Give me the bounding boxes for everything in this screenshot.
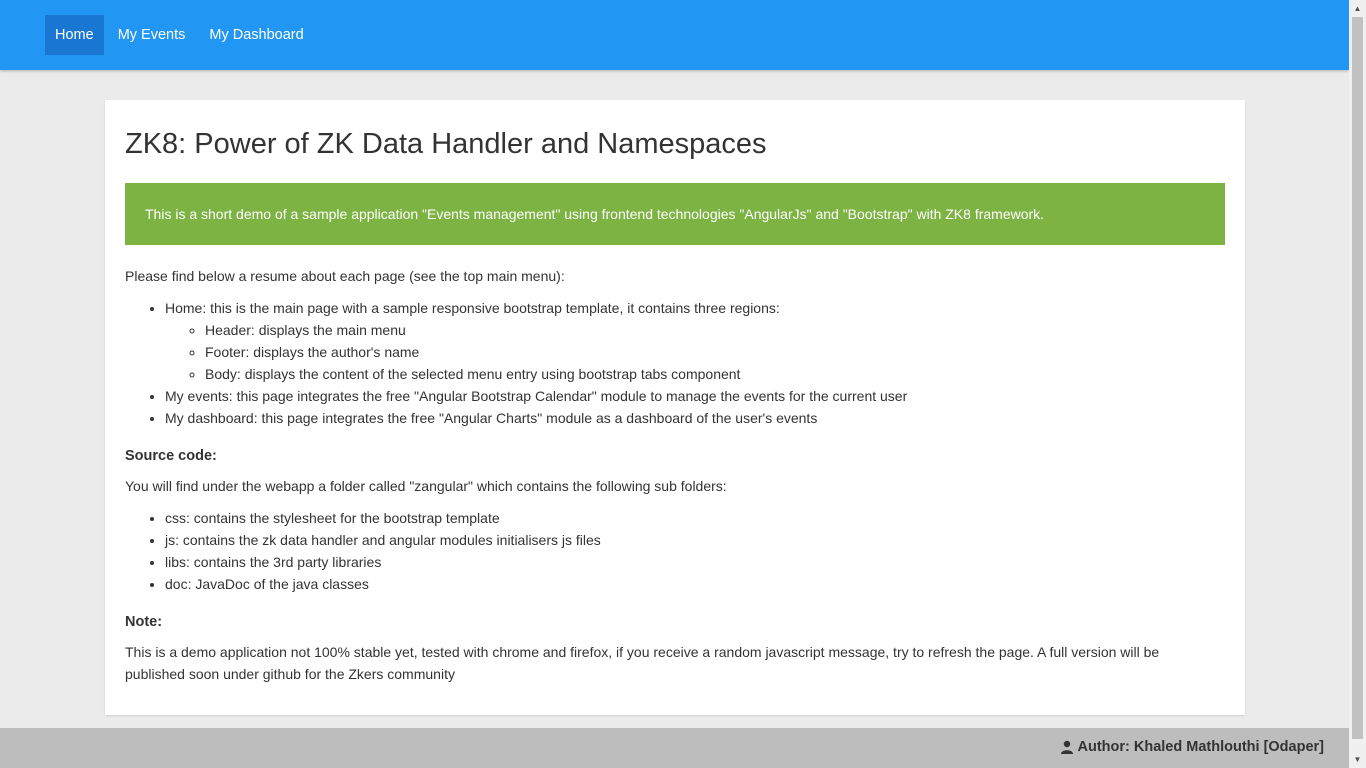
page-title: ZK8: Power of ZK Data Handler and Namesp… <box>125 128 767 160</box>
list-item-libs: libs: contains the 3rd party libraries <box>165 551 601 573</box>
list-item-home: Home: this is the main page with a sampl… <box>165 297 907 385</box>
pages-list: Home: this is the main page with a sampl… <box>125 297 907 429</box>
content-card: ZK8: Power of ZK Data Handler and Namesp… <box>105 100 1245 715</box>
list-item-doc: doc: JavaDoc of the java classes <box>165 573 601 595</box>
user-icon <box>1060 740 1073 754</box>
nav-my-dashboard[interactable]: My Dashboard <box>199 15 313 55</box>
author-label: Author: Khaled Mathlouthi [Odaper] <box>1060 739 1324 755</box>
footer: Author: Khaled Mathlouthi [Odaper] <box>0 728 1349 768</box>
home-description: Home: this is the main page with a sampl… <box>165 300 780 316</box>
scroll-up-icon[interactable]: ▲ <box>1349 0 1366 17</box>
author-name: Author: Khaled Mathlouthi [Odaper] <box>1077 739 1324 755</box>
list-item-my-events: My events: this page integrates the free… <box>165 385 907 407</box>
scroll-thumb[interactable] <box>1352 17 1363 739</box>
navbar: Home My Events My Dashboard <box>0 0 1349 70</box>
page: Home My Events My Dashboard ZK8: Power o… <box>0 0 1349 768</box>
list-item-body: Body: displays the content of the select… <box>205 363 907 385</box>
main-menu: Home My Events My Dashboard <box>45 15 318 55</box>
pages-intro: Please find below a resume about each pa… <box>125 268 565 284</box>
source-code-heading: Source code: <box>125 448 217 464</box>
nav-my-events[interactable]: My Events <box>108 15 196 55</box>
list-item-my-dashboard: My dashboard: this page integrates the f… <box>165 407 907 429</box>
list-item-css: css: contains the stylesheet for the boo… <box>165 507 601 529</box>
folders-list: css: contains the stylesheet for the boo… <box>125 507 601 595</box>
source-code-intro: You will find under the webapp a folder … <box>125 478 727 494</box>
note-heading: Note: <box>125 614 163 630</box>
vertical-scrollbar[interactable]: ▲ ▼ <box>1349 0 1366 768</box>
note-text: This is a demo application not 100% stab… <box>125 644 1160 682</box>
list-item-header: Header: displays the main menu <box>205 319 907 341</box>
nav-home[interactable]: Home <box>45 15 104 55</box>
regions-list: Header: displays the main menu Footer: d… <box>165 319 907 385</box>
scroll-down-icon[interactable]: ▼ <box>1349 751 1366 768</box>
list-item-footer: Footer: displays the author's name <box>205 341 907 363</box>
intro-alert: This is a short demo of a sample applica… <box>125 183 1225 245</box>
list-item-js: js: contains the zk data handler and ang… <box>165 529 601 551</box>
